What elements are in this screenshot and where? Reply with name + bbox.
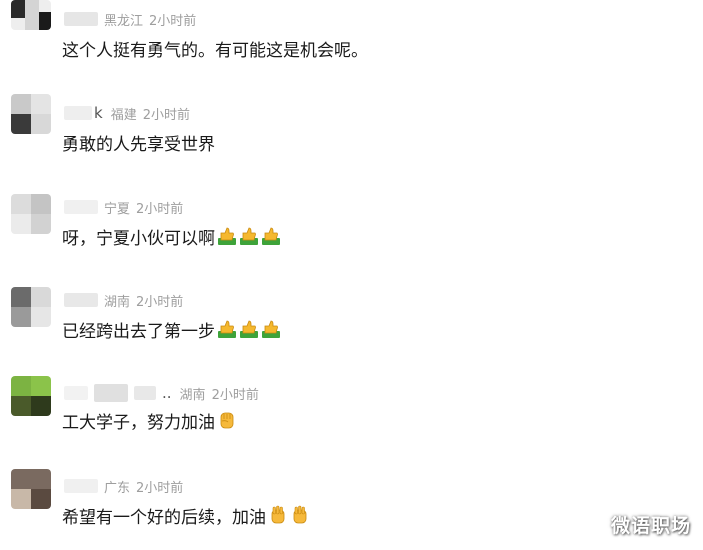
location-label: 宁夏 — [104, 201, 131, 217]
avatar[interactable] — [11, 376, 51, 416]
thumbs-up-icon — [217, 226, 237, 246]
comment-text: 已经跨出去了第一步 — [62, 317, 281, 342]
avatar[interactable] — [11, 194, 51, 234]
thumbs-up-icon — [239, 319, 259, 339]
raised-hand-icon — [268, 505, 288, 525]
thumbs-up-icon — [239, 226, 259, 246]
nickname-blurred[interactable] — [64, 200, 98, 214]
raised-fist-icon — [217, 410, 237, 430]
comment-item: .. 湖南 2小时前 工大学子，努力加油 — [0, 374, 703, 454]
avatar[interactable] — [11, 0, 51, 30]
comment-text: 工大学子，努力加油 — [62, 408, 237, 433]
nickname-blurred[interactable] — [64, 386, 88, 400]
timestamp: 2小时前 — [211, 387, 259, 403]
comment-meta: 湖南 2小时前 — [64, 291, 184, 310]
nickname-blurred[interactable] — [94, 384, 128, 402]
comment-meta: 黑龙江 2小时前 — [64, 10, 197, 29]
nickname-blurred[interactable] — [64, 12, 98, 26]
location-label: 湖南 — [179, 387, 206, 403]
avatar[interactable] — [11, 94, 51, 134]
nickname-blurred[interactable] — [64, 479, 98, 493]
comment-item: 宁夏 2小时前 呀，宁夏小伙可以啊 — [0, 188, 703, 268]
comment-item: 湖南 2小时前 已经跨出去了第一步 — [0, 281, 703, 361]
location-label: 湖南 — [104, 294, 131, 310]
comment-meta: .. 湖南 2小时前 — [64, 384, 259, 403]
thumbs-up-icon — [261, 319, 281, 339]
comment-text: 这个人挺有勇气的。有可能这是机会呢。 — [62, 40, 368, 61]
comment-text: 希望有一个好的后续，加油 — [62, 503, 310, 528]
timestamp: 2小时前 — [136, 294, 184, 310]
nickname-visible[interactable]: .. — [162, 384, 172, 402]
comment-text: 呀，宁夏小伙可以啊 — [62, 224, 281, 249]
comment-text: 勇敢的人先享受世界 — [62, 134, 215, 155]
comment-meta: k 福建 2小时前 — [64, 104, 190, 123]
location-label: 广东 — [104, 480, 131, 496]
raised-hand-icon — [290, 505, 310, 525]
timestamp: 2小时前 — [136, 201, 184, 217]
thumbs-up-icon — [261, 226, 281, 246]
comment-meta: 宁夏 2小时前 — [64, 198, 184, 217]
comment-meta: 广东 2小时前 — [64, 477, 184, 496]
watermark-text: 微语职场 — [610, 515, 691, 537]
avatar[interactable] — [11, 287, 51, 327]
nickname-blurred[interactable] — [134, 386, 156, 400]
comment-item: 广东 2小时前 希望有一个好的后续，加油 — [0, 467, 703, 547]
comment-item: k 福建 2小时前 勇敢的人先享受世界 — [0, 94, 703, 174]
timestamp: 2小时前 — [136, 480, 184, 496]
location-label: 黑龙江 — [104, 13, 144, 29]
timestamp: 2小时前 — [142, 107, 190, 123]
nickname-blurred[interactable] — [64, 293, 98, 307]
nickname-blurred[interactable] — [64, 106, 92, 120]
comment-item: 黑龙江 2小时前 这个人挺有勇气的。有可能这是机会呢。 — [0, 0, 703, 80]
avatar[interactable] — [11, 469, 51, 509]
thumbs-up-icon — [217, 319, 237, 339]
timestamp: 2小时前 — [149, 13, 197, 29]
nickname-visible[interactable]: k — [94, 104, 103, 122]
comment-feed: 黑龙江 2小时前 这个人挺有勇气的。有可能这是机会呢。 k 福建 2小时前 勇敢… — [0, 0, 703, 550]
location-label: 福建 — [110, 107, 137, 123]
